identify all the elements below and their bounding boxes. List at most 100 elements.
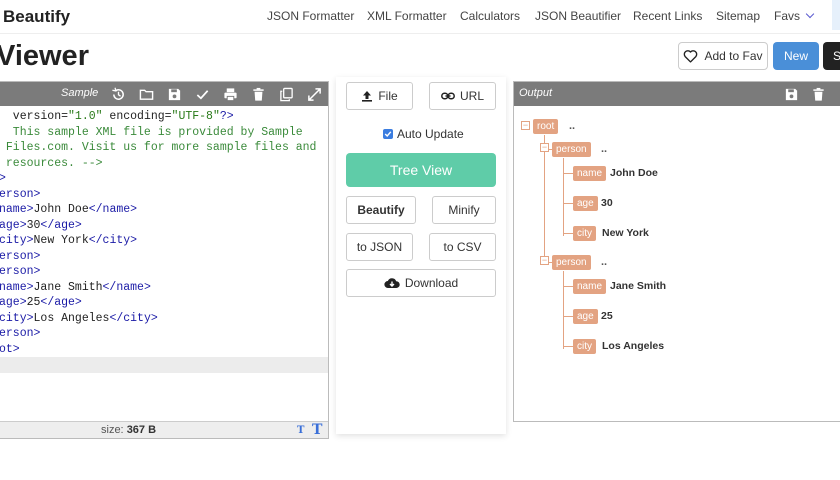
code-token: "1.0": [68, 110, 103, 123]
branch-line: [563, 346, 573, 347]
branch-line: [563, 286, 573, 287]
copy-icon[interactable]: [277, 85, 295, 103]
editor-status-bar: size: 367 B T T: [0, 421, 328, 438]
code-line[interactable]: resources. -->: [0, 156, 328, 172]
tree-node-root[interactable]: root: [533, 119, 559, 134]
trash-icon[interactable]: [249, 85, 267, 103]
tree-node-age[interactable]: age: [573, 309, 598, 324]
code-line[interactable]: age>25</age>: [0, 295, 328, 311]
code-line[interactable]: >: [0, 171, 328, 187]
collapse-person-toggle[interactable]: −: [540, 143, 549, 152]
code-line[interactable]: name>Jane Smith</name>: [0, 280, 328, 296]
download-button[interactable]: Download: [346, 269, 496, 297]
branch-line: [563, 203, 573, 204]
to-csv-button[interactable]: to CSV: [429, 233, 496, 261]
nav-favs[interactable]: Favs: [774, 9, 815, 23]
xml-editor[interactable]: Sample version="1.0" encoding="UTF-8"?> …: [0, 81, 329, 439]
person-ellipsis: ..: [601, 143, 608, 155]
tree-node-person[interactable]: person: [552, 255, 591, 270]
file-label: File: [378, 89, 398, 103]
code-token: </name>: [88, 203, 138, 216]
code-area[interactable]: version="1.0" encoding="UTF-8"?> This sa…: [0, 106, 328, 373]
code-line[interactable]: name>John Doe</name>: [0, 202, 328, 218]
download-label: Download: [404, 276, 459, 290]
minify-button[interactable]: Minify: [432, 196, 496, 224]
code-token: ot>: [0, 342, 20, 356]
check-icon[interactable]: [193, 85, 211, 103]
new-button[interactable]: New: [773, 42, 819, 70]
person-ellipsis: ..: [601, 256, 608, 268]
code-line[interactable]: ot>: [0, 342, 328, 358]
code-line[interactable]: city>Los Angeles</city>: [0, 311, 328, 327]
to-json-button[interactable]: to JSON: [346, 233, 413, 261]
code-line[interactable]: Files.com. Visit us for more sample file…: [0, 140, 328, 156]
save-output-icon[interactable]: [782, 85, 800, 103]
nav-json-formatter[interactable]: JSON Formatter: [267, 9, 354, 23]
code-token: </name>: [102, 280, 151, 294]
tree-value-age: 30: [601, 197, 613, 209]
print-icon[interactable]: [221, 85, 239, 103]
code-line[interactable]: erson>: [0, 326, 328, 342]
nav-sitemap[interactable]: Sitemap: [716, 9, 760, 23]
code-token: New York: [33, 234, 89, 247]
tree-node-name[interactable]: name: [573, 166, 607, 181]
folder-icon[interactable]: [137, 85, 155, 103]
code-line[interactable]: erson>: [0, 249, 328, 265]
code-token: This sample XML file is provided by Samp…: [0, 125, 303, 139]
editor-toolbar: Sample: [0, 82, 328, 106]
nav-calculators[interactable]: Calculators: [460, 9, 520, 23]
code-token: city>: [0, 311, 34, 325]
nav-recent-links[interactable]: Recent Links: [633, 9, 702, 23]
add-to-fav-button[interactable]: Add to Fav: [678, 42, 768, 70]
collapse-person-toggle[interactable]: −: [540, 256, 549, 265]
branch-line: [563, 173, 573, 174]
code-line[interactable]: [0, 357, 328, 373]
tree-value-age: 25: [601, 310, 613, 322]
branch-line: [563, 233, 573, 234]
save-button[interactable]: S: [823, 42, 840, 70]
nav-json-beautifier[interactable]: JSON Beautifier: [535, 9, 621, 23]
code-line[interactable]: This sample XML file is provided by Samp…: [0, 125, 328, 141]
nav-favs-label: Favs: [774, 9, 801, 23]
code-line[interactable]: age>30</age>: [0, 218, 328, 234]
auto-update-checkbox[interactable]: Auto Update: [383, 127, 464, 141]
url-button[interactable]: URL: [429, 82, 496, 110]
code-token: "UTF-8": [171, 110, 220, 123]
top-nav: Beautify JSON Formatter XML Formatter Ca…: [0, 0, 840, 34]
fullscreen-icon[interactable]: [305, 85, 323, 103]
beautify-button[interactable]: Beautify: [346, 196, 416, 224]
output-label: Output: [519, 87, 553, 99]
link-icon: [441, 92, 455, 100]
tree-node-city[interactable]: city: [573, 226, 596, 241]
nav-links: JSON Formatter XML Formatter Calculators…: [0, 9, 840, 27]
code-token: encoding=: [102, 110, 172, 123]
code-token: </age>: [40, 218, 82, 232]
code-token: age>: [0, 296, 27, 309]
collapse-root-toggle[interactable]: −: [521, 121, 530, 130]
increase-font-icon[interactable]: T: [312, 422, 322, 438]
auto-update-label: Auto Update: [397, 127, 464, 141]
output-panel: Output − root .. − person .. name John D…: [513, 81, 840, 422]
code-line[interactable]: erson>: [0, 187, 328, 203]
save-icon[interactable]: [165, 85, 183, 103]
tree-node-city[interactable]: city: [573, 339, 596, 354]
code-token: erson>: [0, 265, 41, 278]
code-line[interactable]: city>New York</city>: [0, 233, 328, 249]
tree-node-person[interactable]: person: [552, 142, 591, 157]
code-line[interactable]: erson>: [0, 264, 328, 280]
nav-corner: [832, 0, 840, 30]
file-button[interactable]: File: [346, 82, 413, 110]
sample-link[interactable]: Sample: [61, 87, 98, 99]
copy-output-icon[interactable]: [836, 85, 840, 103]
tree-view-button[interactable]: Tree View: [346, 153, 496, 187]
code-line[interactable]: version="1.0" encoding="UTF-8"?>: [0, 109, 328, 125]
tree-node-name[interactable]: name: [573, 279, 607, 294]
tree-node-age[interactable]: age: [573, 196, 598, 211]
clear-output-icon[interactable]: [809, 85, 827, 103]
code-token: erson>: [0, 187, 41, 201]
checkbox-checked-icon: [383, 129, 393, 139]
code-token: city>: [0, 234, 34, 247]
nav-xml-formatter[interactable]: XML Formatter: [367, 9, 447, 23]
decrease-font-icon[interactable]: T: [297, 425, 304, 436]
history-icon[interactable]: [109, 85, 127, 103]
